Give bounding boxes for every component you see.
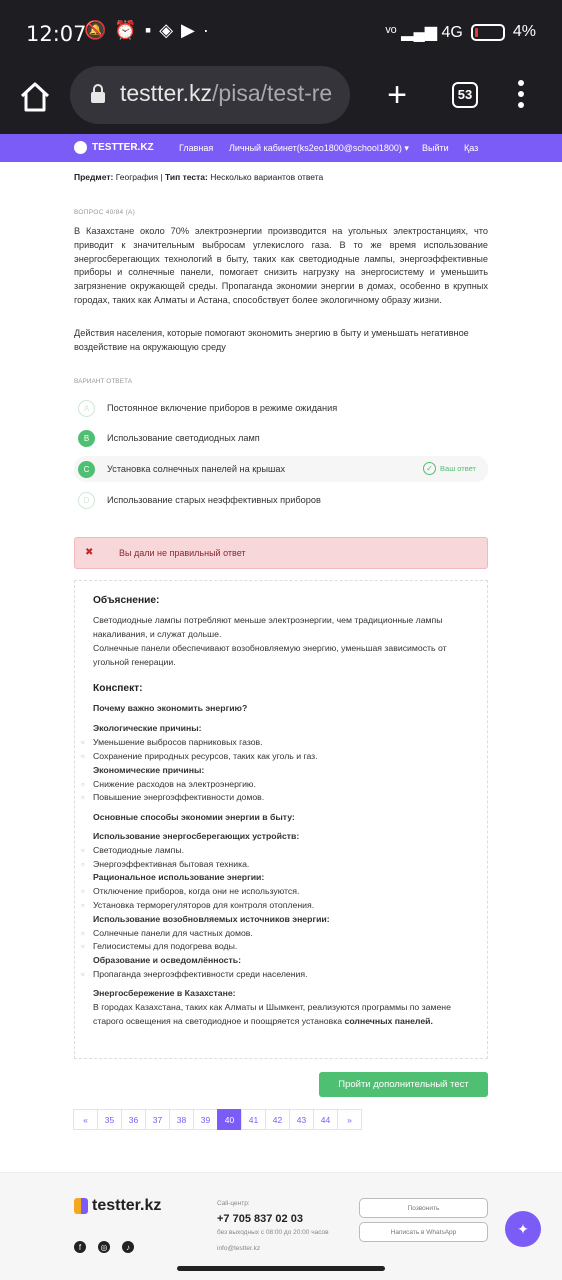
page-current[interactable]: 40 [217,1109,242,1130]
page-link[interactable]: 43 [289,1109,314,1130]
list-item: Пропаганда энергоэффективности среди нас… [81,968,308,983]
footer-logo[interactable]: testter.kz [74,1197,161,1215]
option-text: Постоянное включение приборов в режиме о… [107,403,338,413]
summary-title: Конспект: [93,683,143,694]
check-icon: ✓ [423,462,437,475]
question-text: В Казахстане около 70% электроэнергии пр… [74,226,488,305]
page-link[interactable]: 35 [97,1109,122,1130]
gesture-handle [177,1266,385,1271]
page-link[interactable]: 36 [121,1109,146,1130]
pagination: « 35 36 37 38 39 40 41 42 43 44 » [73,1109,362,1130]
list-item: Установка терморегуляторов для контроля … [81,899,314,914]
facebook-icon[interactable]: f [74,1241,86,1253]
more-test-button[interactable]: Пройти дополнительный тест [319,1072,488,1097]
page-link[interactable]: 42 [265,1109,290,1130]
econ-title: Экономические причины: [93,765,205,775]
social-links: f ◎ ♪ [74,1241,134,1253]
home-icon[interactable] [18,80,52,114]
option-d[interactable]: D Использование старых неэффективных при… [74,487,488,513]
option-letter: D [78,491,95,509]
option-c[interactable]: C Установка солнечных панелей на крышах … [74,456,488,482]
answers-label: ВАРИАНТ ОТВЕТА [74,378,133,385]
work-hours: без выходных с 08:00 до 20:00 часов [217,1229,329,1236]
list-item: Сохранение природных ресурсов, таких как… [81,750,318,765]
battery-percent: 4% [512,23,536,40]
option-text: Использование светодиодных ламп [107,433,260,443]
page-prev[interactable]: « [73,1109,98,1130]
question-number: ВОПРОС 40/84 (A) [74,209,136,216]
whatsapp-button[interactable]: Написать в WhatsApp [359,1222,488,1242]
option-letter: B [78,429,95,447]
url-text: testter.kz/pisa/test-re [120,80,333,106]
nav-logout[interactable]: Выйти [422,143,449,153]
instagram-icon[interactable]: ◎ [98,1241,110,1253]
option-text: Установка солнечных панелей на крышах [107,464,286,474]
site-logo[interactable]: TESTTER.KZ [74,141,154,154]
devices-title: Использование энергосберегающих устройст… [93,831,300,841]
phone-number[interactable]: +7 705 837 02 03 [217,1213,303,1225]
tab-switcher-button[interactable]: 53 [452,82,478,108]
more-menu-icon[interactable] [516,80,526,110]
list-item: Энергоэффективная бытовая техника. [81,858,249,873]
ways-title: Основные способы экономии энергии в быту… [93,812,295,822]
list-item: Повышение энергоэффективности домов. [81,791,264,806]
page-link[interactable]: 38 [169,1109,194,1130]
page-link[interactable]: 44 [313,1109,338,1130]
alert-text: Вы дали не правильный ответ [119,548,246,558]
rational-title: Рациональное использование энергии: [93,872,265,882]
explanation-p2: Солнечные панели обеспечивают возобновля… [93,643,447,667]
list-item: Снижение расходов на электроэнергию. [81,778,256,793]
page-next[interactable]: » [337,1109,362,1130]
tiktok-icon[interactable]: ♪ [122,1241,134,1253]
status-time: 12:07 [26,22,87,46]
question-prompt: Действия населения, которые помогают эко… [74,328,469,352]
option-letter: C [78,460,95,478]
option-b[interactable]: B Использование светодиодных ламп [74,425,488,451]
nav-language[interactable]: Қаз [464,143,478,153]
new-tab-icon[interactable]: + [380,76,414,115]
page-link[interactable]: 39 [193,1109,218,1130]
list-item: Уменьшение выбросов парниковых газов. [81,736,263,751]
nav-home[interactable]: Главная [179,143,213,153]
kz-text: В городах Казахстана, таких как Алматы и… [93,1002,451,1026]
error-icon: ✖ [85,547,94,558]
page-link[interactable]: 37 [145,1109,170,1130]
page-link[interactable]: 41 [241,1109,266,1130]
eco-title: Экологические причины: [93,723,202,733]
logo-icon [74,1198,88,1214]
explanation-title: Объяснение: [93,595,160,606]
list-item: Солнечные панели для частных домов. [81,927,253,942]
why-title: Почему важно экономить энергию? [93,703,248,713]
notification-icons: 🔕⏰▪◈▶· [84,20,217,40]
explanation-panel: Объяснение: Светодиодные лампы потребляю… [74,580,488,1059]
renew-title: Использование возобновляемых источников … [93,914,330,924]
address-bar[interactable]: testter.kz/pisa/test-re [70,66,350,124]
chat-sparkle-icon[interactable]: ✦ [505,1211,541,1247]
list-item: Светодиодные лампы. [81,844,184,859]
site-navbar: TESTTER.KZ Главная Личный кабинет(ks2eo1… [0,134,562,162]
lock-icon [91,84,105,103]
option-letter: A [78,399,95,417]
list-item: Гелиосистемы для подогрева воды. [81,940,237,955]
battery-icon [470,23,505,41]
kz-title: Энергосбережение в Казахстане: [93,988,236,998]
site-footer: testter.kz f ◎ ♪ Call-центр: +7 705 837 … [0,1172,562,1280]
your-answer-badge: ✓ Ваш ответ [423,462,476,475]
email-link[interactable]: info@testter.kz [217,1245,260,1252]
option-text: Использование старых неэффективных прибо… [107,495,321,505]
call-center-label: Call-центр: [217,1200,250,1207]
nav-cabinet[interactable]: Личный кабинет(ks2eo1800@school1800) ▾ [229,143,409,154]
network-icon: ᵛᵒ ▂▄▆ 4G [385,24,463,41]
edu-title: Образование и осведомлённость: [93,955,241,965]
browser-toolbar: testter.kz/pisa/test-re + 53 [0,66,562,134]
logo-icon [74,141,87,154]
option-a[interactable]: A Постоянное включение приборов в режиме… [74,395,488,421]
wrong-answer-alert: ✖ Вы дали не правильный ответ [74,537,488,569]
call-button[interactable]: Позвонить [359,1198,488,1218]
test-meta: Предмет: География | Тип теста: Нескольк… [74,172,324,182]
explanation-p1: Светодиодные лампы потребляют меньше эле… [93,615,443,639]
list-item: Отключение приборов, когда они не исполь… [81,885,299,900]
status-bar: 12:07 🔕⏰▪◈▶· ᵛᵒ ▂▄▆ 4G 4% [0,0,562,66]
